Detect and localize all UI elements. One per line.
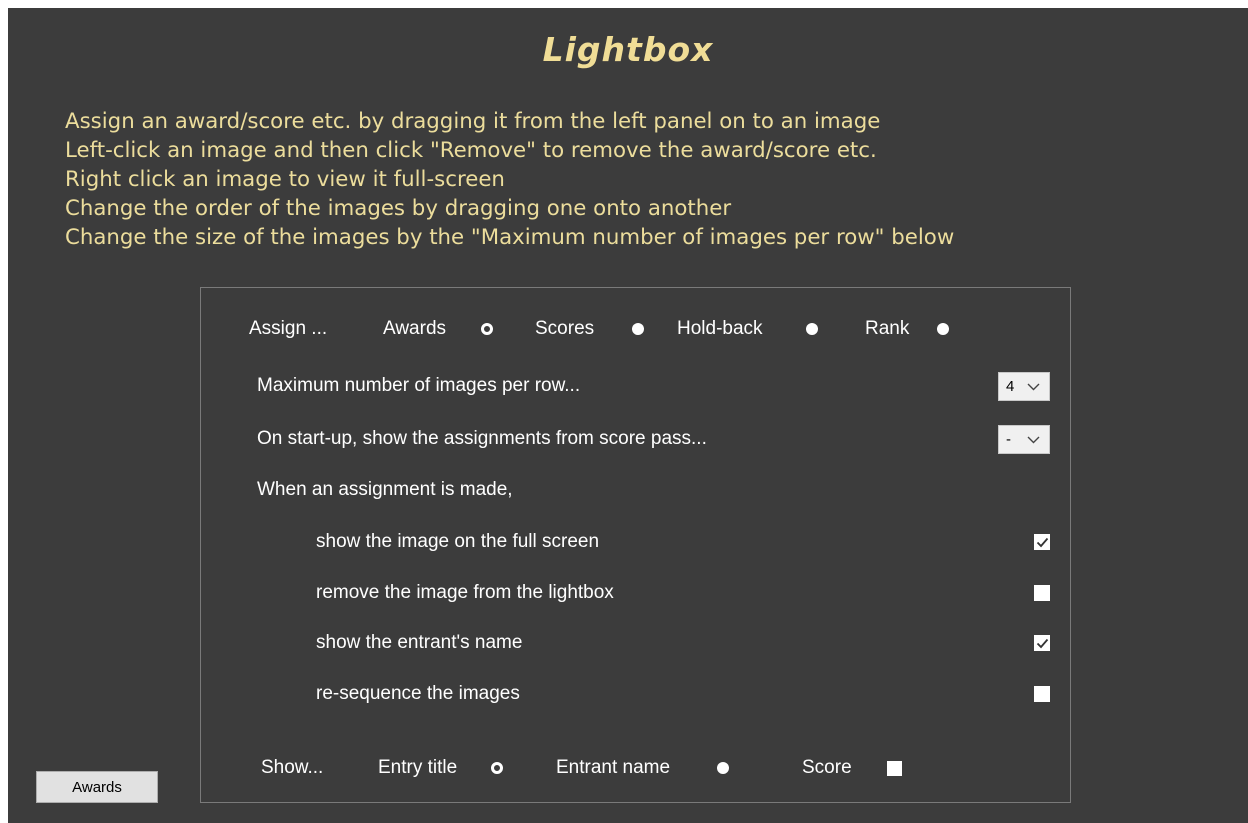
- option-label-remove-image: remove the image from the lightbox: [316, 582, 614, 603]
- resequence-checkbox[interactable]: [1034, 686, 1050, 702]
- awards-button[interactable]: Awards: [36, 771, 158, 803]
- max-per-row-select[interactable]: 4: [998, 372, 1050, 401]
- chevron-down-icon: [1027, 383, 1040, 390]
- assign-label: Assign ...: [249, 318, 328, 339]
- entry-title-radio-label[interactable]: Entry title: [378, 757, 457, 779]
- full-screen-checkbox[interactable]: [1034, 534, 1050, 550]
- settings-panel: Assign ... Awards Scores Hold-back Rank …: [200, 287, 1071, 803]
- startup-pass-select[interactable]: -: [998, 425, 1050, 454]
- lightbox-window: Lightbox Assign an award/score etc. by d…: [8, 8, 1248, 823]
- rank-radio[interactable]: [937, 323, 949, 335]
- instruction-line: Assign an award/score etc. by dragging i…: [65, 109, 881, 134]
- hold-back-radio-label[interactable]: Hold-back: [677, 318, 763, 340]
- entry-title-radio[interactable]: [491, 762, 503, 774]
- option-label-entrant-name: show the entrant's name: [316, 632, 523, 653]
- assignment-heading: When an assignment is made,: [257, 479, 513, 500]
- instruction-line: Change the size of the images by the "Ma…: [65, 225, 955, 250]
- instruction-line: Right click an image to view it full-scr…: [65, 167, 505, 192]
- entrant-name-radio-label[interactable]: Entrant name: [556, 757, 670, 779]
- show-label: Show...: [261, 757, 324, 778]
- entrant-name-radio[interactable]: [717, 762, 729, 774]
- instruction-line: Change the order of the images by draggi…: [65, 196, 732, 221]
- option-label-full-screen: show the image on the full screen: [316, 531, 600, 552]
- awards-radio[interactable]: [481, 323, 493, 335]
- score-checkbox[interactable]: [887, 761, 902, 776]
- instruction-line: Left-click an image and then click "Remo…: [65, 138, 877, 163]
- instructions-list: Assign an award/score etc. by dragging i…: [65, 107, 954, 252]
- max-per-row-label: Maximum number of images per row...: [257, 375, 581, 396]
- awards-radio-label[interactable]: Awards: [383, 318, 446, 340]
- chevron-down-icon: [1027, 436, 1040, 443]
- remove-image-checkbox[interactable]: [1034, 585, 1050, 601]
- scores-radio[interactable]: [632, 323, 644, 335]
- page-title: Lightbox: [542, 30, 714, 69]
- hold-back-radio[interactable]: [806, 323, 818, 335]
- scores-radio-label[interactable]: Scores: [535, 318, 594, 340]
- entrant-name-checkbox[interactable]: [1034, 635, 1050, 651]
- checkmark-icon: [1036, 537, 1048, 547]
- score-checkbox-label[interactable]: Score: [802, 757, 852, 779]
- startup-pass-value: -: [1006, 431, 1011, 448]
- option-label-resequence: re-sequence the images: [316, 683, 520, 704]
- checkmark-icon: [1036, 638, 1048, 648]
- rank-radio-label[interactable]: Rank: [865, 318, 909, 340]
- max-per-row-value: 4: [1006, 378, 1015, 395]
- startup-pass-label: On start-up, show the assignments from s…: [257, 428, 707, 449]
